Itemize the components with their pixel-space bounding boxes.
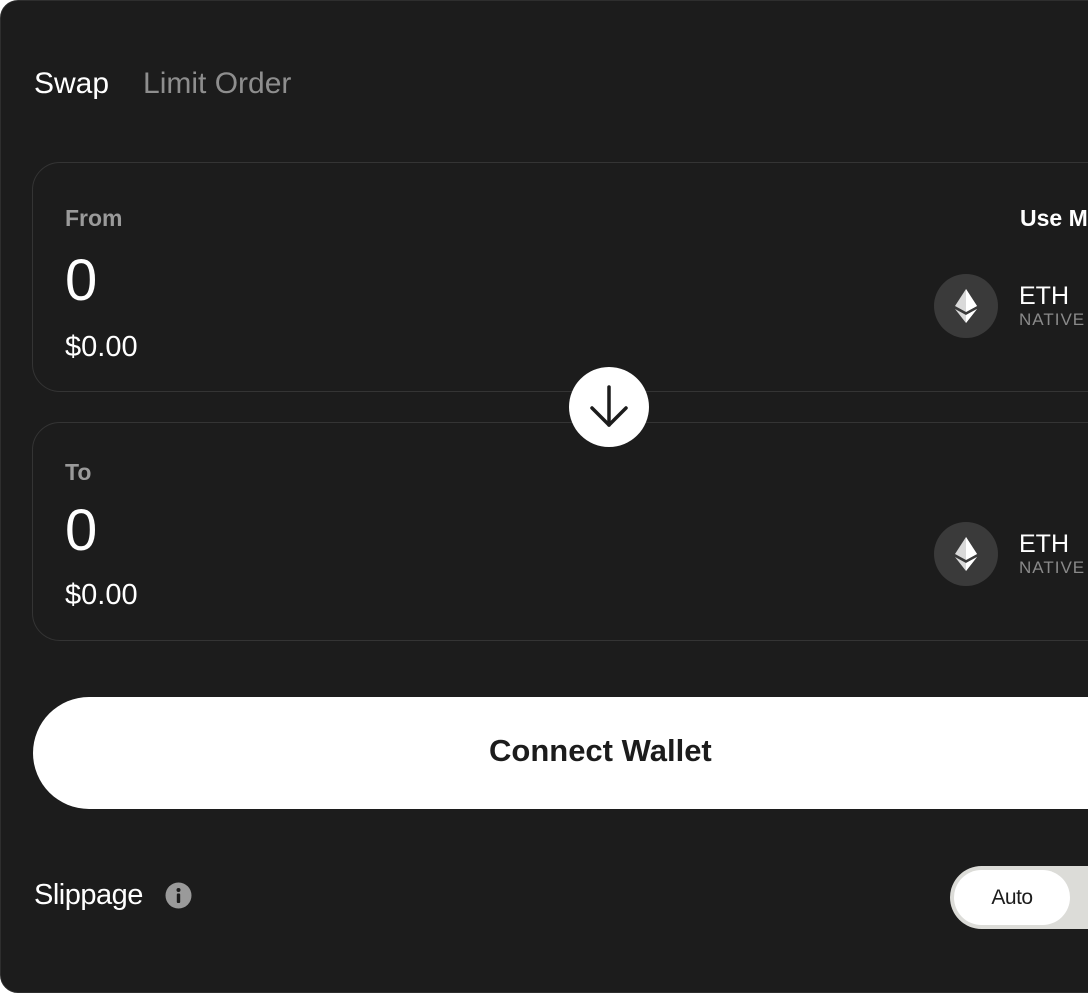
slippage-label: Slippage [34,879,143,911]
connect-wallet-button[interactable]: Connect Wallet [33,697,1088,809]
ethereum-icon [934,274,998,338]
swap-panel: Swap Limit Order From 0 $0.00 Use M ETH … [0,0,1088,993]
viewport: Swap Limit Order From 0 $0.00 Use M ETH … [0,0,1088,994]
ethereum-icon [934,522,998,586]
info-icon[interactable] [165,882,193,910]
to-card: To 0 $0.00 ETH NATIVE [32,422,1088,641]
from-token-selector[interactable]: ETH NATIVE [934,274,1085,338]
use-max-button[interactable]: Use M [1020,205,1088,232]
from-usd-value: $0.00 [65,331,138,363]
from-amount-input[interactable]: 0 [65,249,97,313]
from-label: From [65,205,123,231]
to-amount-input[interactable]: 0 [65,499,97,563]
slippage-row: Slippage [34,879,193,912]
connect-wallet-label: Connect Wallet [489,733,712,768]
to-token-symbol: ETH [1019,530,1069,558]
tab-swap[interactable]: Swap [34,65,109,103]
to-token-selector[interactable]: ETH NATIVE [934,522,1085,586]
tab-limit-order[interactable]: Limit Order [143,65,291,103]
from-token-symbol: ETH [1019,282,1069,310]
slippage-auto-option[interactable]: Auto [954,870,1070,925]
to-usd-value: $0.00 [65,579,138,611]
from-token-network: NATIVE [1019,310,1086,329]
to-label: To [65,459,92,485]
swap-direction-button[interactable] [569,367,649,447]
slippage-mode-toggle[interactable]: Auto [950,866,1088,929]
from-card: From 0 $0.00 Use M ETH NATIVE [32,162,1088,392]
to-token-network: NATIVE [1019,558,1086,577]
swap-tabs: Swap Limit Order [34,65,291,103]
arrow-down-icon [590,385,628,427]
